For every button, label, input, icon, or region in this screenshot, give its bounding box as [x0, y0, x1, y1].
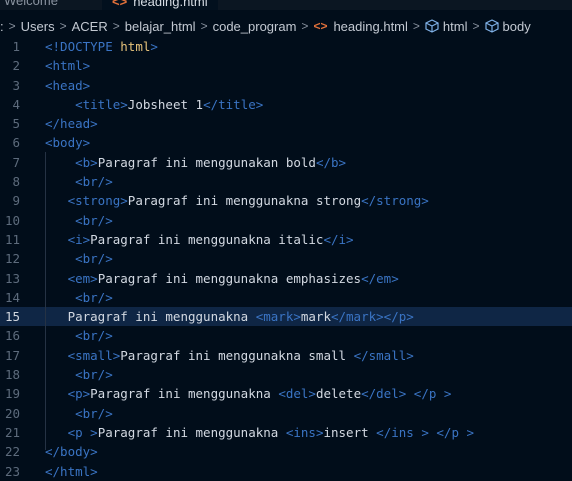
tab-welcome-label: Welcome: [4, 0, 58, 8]
line-number: 11: [4, 231, 20, 247]
code-line[interactable]: 10 <br/>: [0, 211, 572, 230]
line-number: 6: [12, 135, 20, 151]
code-text[interactable]: <br/>: [45, 211, 113, 230]
chevron-right-icon: >: [200, 19, 208, 33]
chevron-right-icon: >: [412, 19, 420, 33]
code-text[interactable]: <head>: [45, 76, 90, 95]
code-text[interactable]: <!DOCTYPE html>: [45, 37, 158, 56]
line-number: 5: [12, 116, 20, 132]
line-number: 19: [4, 386, 20, 402]
breadcrumb-item-belajar-html[interactable]: belajar_html: [125, 19, 196, 34]
line-number: 9: [12, 193, 20, 209]
line-number: 22: [4, 444, 20, 460]
code-line[interactable]: 8 <br/>: [0, 172, 572, 191]
code-line[interactable]: 13 <em>Paragraf ini menggunakna emphasiz…: [0, 269, 572, 288]
code-line[interactable]: 19 <p>Paragraf ini menggunakna <del>dele…: [0, 384, 572, 403]
code-text[interactable]: <small>Paragraf ini menggunakna small </…: [45, 346, 414, 365]
symbol-cube-icon: [425, 19, 439, 33]
code-line[interactable]: 1 <!DOCTYPE html>: [0, 37, 572, 56]
code-line[interactable]: 22 </body>: [0, 442, 572, 461]
breadcrumb-item-acer[interactable]: ACER: [72, 19, 108, 34]
code-line[interactable]: 5 </head>: [0, 114, 572, 133]
tab-welcome[interactable]: Welcome: [4, 0, 58, 10]
code-text[interactable]: <strong>Paragraf ini menggunakna strong<…: [45, 191, 429, 210]
code-line[interactable]: 16 <br/>: [0, 326, 572, 345]
indent-guide: [45, 152, 46, 450]
code-line[interactable]: 17 <small>Paragraf ini menggunakna small…: [0, 346, 572, 365]
code-text[interactable]: <br/>: [45, 172, 113, 191]
code-text[interactable]: <br/>: [45, 326, 113, 345]
line-number: 3: [12, 77, 20, 93]
code-line[interactable]: 7 <b>Paragraf ini menggunakan bold</b>: [0, 153, 572, 172]
chevron-right-icon: >: [59, 19, 67, 33]
code-text[interactable]: <br/>: [45, 249, 113, 268]
code-text[interactable]: <i>Paragraf ini menggunakna italic</i>: [45, 230, 354, 249]
breadcrumb-item-file[interactable]: heading.html: [333, 19, 407, 34]
code-text[interactable]: </body>: [45, 442, 98, 461]
code-line[interactable]: 11 <i>Paragraf ini menggunakna italic</i…: [0, 230, 572, 249]
code-text[interactable]: <b>Paragraf ini menggunakan bold</b>: [45, 153, 346, 172]
breadcrumb-item-users[interactable]: Users: [21, 19, 55, 34]
chevron-right-icon: >: [112, 19, 120, 33]
line-number: 16: [4, 328, 20, 344]
line-number: 23: [4, 463, 20, 479]
line-number: 21: [4, 424, 20, 440]
code-line[interactable]: 21 <p >Paragraf ini menggunakna <ins>ins…: [0, 423, 572, 442]
line-number: 4: [12, 96, 20, 112]
code-line[interactable]: 14 <br/>: [0, 288, 572, 307]
code-text[interactable]: </html>: [45, 462, 98, 481]
line-number: 20: [4, 405, 20, 421]
code-text[interactable]: <title>Jobsheet 1</title>: [45, 95, 263, 114]
line-number: 12: [4, 251, 20, 267]
symbol-cube-icon: [484, 19, 499, 33]
code-line[interactable]: 18 <br/>: [0, 365, 572, 384]
line-number: 18: [4, 367, 20, 383]
code-text[interactable]: <p >Paragraf ini menggunakna <ins>insert…: [45, 423, 474, 442]
code-text[interactable]: <em>Paragraf ini menggunakna emphasizes<…: [45, 269, 399, 288]
code-editor[interactable]: 1 <!DOCTYPE html> 2 <html> 3 <head> 4 <title>J…: [0, 37, 572, 481]
breadcrumb-symbol-body[interactable]: body: [503, 19, 531, 34]
breadcrumb-item-code-program[interactable]: code_program: [213, 19, 297, 34]
code-line[interactable]: 23 </html>: [0, 462, 572, 481]
code-text[interactable]: <p>Paragraf ini menggunakna <del>delete<…: [45, 384, 452, 403]
line-number: 1: [12, 39, 20, 54]
breadcrumb-item-drive[interactable]: :: [0, 19, 4, 34]
breadcrumb: : > Users > ACER > belajar_html > code_p…: [0, 15, 572, 37]
code-text[interactable]: </head>: [45, 114, 98, 133]
line-number: 14: [4, 289, 20, 305]
code-line[interactable]: 20 <br/>: [0, 404, 572, 423]
code-text[interactable]: <br/>: [45, 404, 113, 423]
code-text[interactable]: <body>: [45, 133, 90, 152]
line-number: 7: [12, 154, 20, 170]
line-number: 2: [12, 58, 20, 74]
line-number: 15: [4, 309, 20, 325]
code-line[interactable]: 2 <html>: [0, 56, 572, 75]
html-file-icon: <>: [313, 19, 328, 33]
breadcrumb-symbol-html[interactable]: html: [443, 19, 468, 34]
code-text[interactable]: <html>: [45, 56, 90, 75]
chevron-right-icon: >: [472, 19, 480, 33]
tab-heading-html[interactable]: <> heading.html: [102, 0, 218, 10]
chevron-right-icon: >: [301, 19, 309, 33]
code-text[interactable]: <br/>: [45, 288, 113, 307]
code-line[interactable]: 3 <head>: [0, 76, 572, 95]
html-file-icon: <>: [112, 0, 128, 9]
tab-heading-html-label: heading.html: [133, 0, 208, 9]
code-line[interactable]: 4 <title>Jobsheet 1</title>: [0, 95, 572, 114]
line-number: 13: [4, 270, 20, 286]
code-line[interactable]: 9 <strong>Paragraf ini menggunakna stron…: [0, 191, 572, 210]
code-line[interactable]: 12 <br/>: [0, 249, 572, 268]
code-text[interactable]: <br/>: [45, 365, 113, 384]
code-line[interactable]: 15 Paragraf ini menggunakna <mark>mark</…: [0, 307, 572, 327]
tab-bar: Welcome <> heading.html: [0, 0, 572, 10]
line-number: 8: [12, 174, 20, 190]
code-line[interactable]: 6 <body>: [0, 133, 572, 152]
code-text[interactable]: Paragraf ini menggunakna <mark>mark</mar…: [45, 307, 414, 326]
line-number: 17: [4, 347, 20, 363]
line-number: 10: [4, 212, 20, 228]
chevron-right-icon: >: [8, 19, 16, 33]
